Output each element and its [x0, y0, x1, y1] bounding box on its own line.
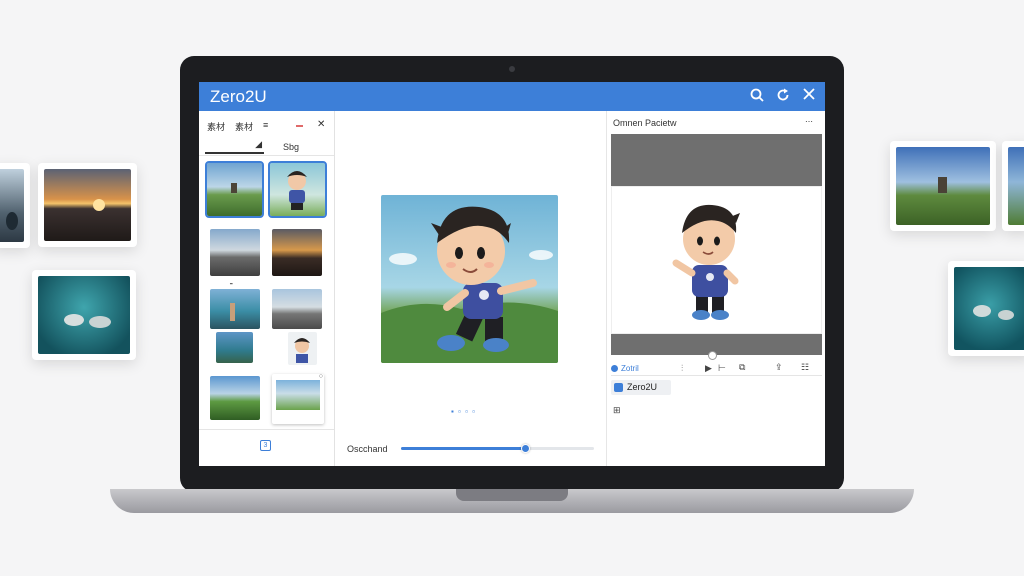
minimize-icon[interactable] — [296, 125, 303, 127]
media-thumb-selected-field[interactable]: ○ — [272, 374, 324, 424]
export-icon[interactable]: ⇪ — [775, 362, 783, 372]
preview-letterbox-bottom — [611, 334, 822, 355]
refresh-icon[interactable] — [775, 88, 791, 104]
preview-video[interactable] — [611, 186, 822, 334]
project-chip-icon — [614, 383, 623, 392]
project-chip-label: Zero2U — [627, 382, 658, 392]
tab-menu[interactable]: ≡ — [263, 120, 268, 130]
media-thumb-road[interactable] — [210, 229, 260, 276]
floating-sunset-card — [38, 163, 137, 247]
page-dots[interactable]: ▪ ▫ ▫ ▫ — [451, 407, 476, 416]
divider — [611, 375, 822, 376]
preview-title: Omnen Pacietw — [613, 118, 677, 128]
tab-media-2[interactable]: 素材 — [235, 120, 253, 133]
media-thumb-water[interactable] — [210, 289, 260, 329]
floating-photo-card — [0, 163, 30, 248]
more-options-icon[interactable]: ⋯ — [805, 117, 813, 126]
add-layer-icon[interactable]: ⊞ — [613, 405, 621, 415]
settings-icon[interactable]: ☷ — [801, 362, 809, 372]
media-library-panel: 素材 素材 ≡ ✕ ◢ Sbg ⁃ ○ 3 — [199, 111, 335, 466]
laptop-camera — [509, 66, 515, 72]
search-icon[interactable] — [749, 88, 765, 104]
character-canvas-image[interactable] — [381, 195, 558, 363]
play-icon[interactable]: ▶ — [705, 363, 712, 373]
step-icon[interactable]: ⊢ — [718, 363, 726, 373]
project-chip[interactable]: Zero2U — [611, 380, 671, 395]
media-thumb-sunset[interactable] — [272, 229, 322, 276]
title-bar: Zero2U — [199, 82, 825, 111]
laptop-notch — [456, 489, 568, 501]
timeline-scrubber[interactable] — [708, 351, 717, 360]
divider — [199, 429, 334, 430]
media-thumb-portrait[interactable] — [288, 332, 317, 365]
slider-label: Oscchand — [347, 444, 388, 454]
tab-sbg[interactable]: Sbg — [283, 142, 299, 152]
slider-handle[interactable] — [520, 444, 530, 453]
record-indicator-icon — [611, 365, 618, 372]
floating-landscape-card — [890, 141, 996, 231]
app-window: Zero2U 素材 素材 ≡ ✕ ◢ Sbg ⁃ ○ 3 ▪ ▫ ▫ ▫ Osc… — [199, 82, 825, 466]
preview-panel: Omnen Pacietw ⋯ Zotril ⫶ ▶ ⊢ ⧉ ⇪ ☷ Zero2… — [606, 111, 825, 466]
panel-close-icon[interactable]: ✕ — [317, 119, 325, 130]
divider — [199, 155, 334, 156]
preview-letterbox-top — [611, 134, 822, 186]
tab-media-1[interactable]: 素材 — [207, 120, 225, 133]
app-title: Zero2U — [210, 87, 267, 106]
floating-landscape-card-edge — [1002, 141, 1024, 231]
progress-slider[interactable] — [401, 444, 594, 453]
tab-assets[interactable]: ◢ — [205, 139, 264, 154]
floating-underwater-card-right — [948, 261, 1024, 356]
page-badge[interactable]: 3 — [260, 440, 271, 451]
canvas-panel: ▪ ▫ ▫ ▫ Oscchand — [335, 111, 605, 466]
floating-underwater-card — [32, 270, 136, 360]
media-thumb-path[interactable] — [272, 289, 322, 329]
timeline-label[interactable]: Zotril — [621, 364, 639, 373]
media-thumb-river[interactable] — [216, 332, 253, 363]
media-thumb-field[interactable] — [210, 376, 260, 420]
media-thumb-landscape[interactable] — [205, 161, 264, 218]
marker-icon[interactable]: ⫶ — [681, 363, 683, 373]
media-thumb-character[interactable] — [268, 161, 327, 218]
thumb-caption-icon: ⁃ — [229, 279, 234, 289]
close-icon[interactable] — [801, 88, 817, 104]
crop-icon[interactable]: ⧉ — [739, 362, 745, 372]
slider-fill — [401, 447, 525, 450]
